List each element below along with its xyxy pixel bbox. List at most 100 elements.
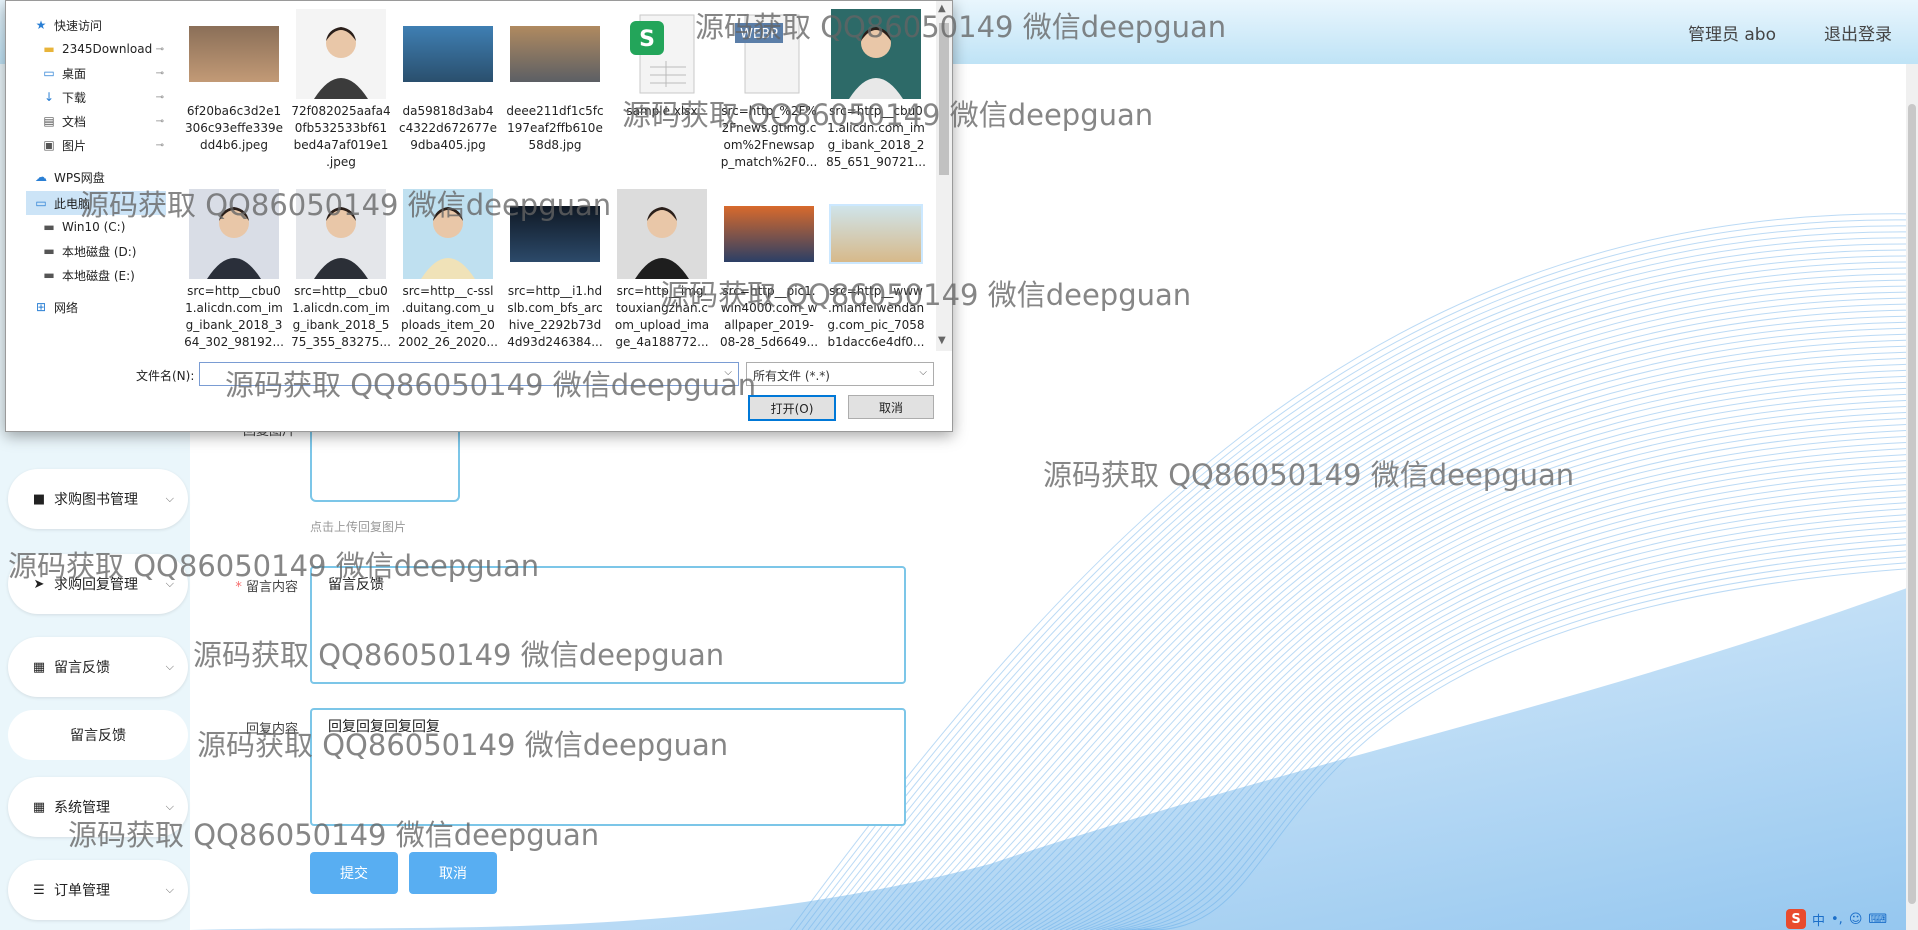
ime-logo-icon[interactable]: S — [1786, 909, 1806, 929]
grid-icon: ▦ — [32, 799, 46, 815]
file-item[interactable]: src=http__www .mianfeiwendan g.com_pic_705… — [826, 189, 926, 351]
file-name-line: da59818d3ab4 — [402, 104, 494, 118]
watermark-text: 源码获取 QQ86050149 微信deepguan — [225, 368, 757, 402]
file-name-line: g_ibank_2018_3 — [185, 318, 283, 332]
sliders-icon: ☰ — [33, 882, 45, 898]
svg-text:S: S — [639, 27, 655, 52]
drive-icon: ▬ — [43, 268, 55, 282]
file-name-line: 9dba405.jpg — [410, 138, 486, 152]
sidebar-item-label: 求购图书管理 — [54, 492, 138, 508]
nav-item-label: 网络 — [54, 300, 79, 315]
file-name-line: hive_2292b73d — [508, 318, 602, 332]
watermark-text: 源码获取 QQ86050149 微信deepguan — [695, 10, 1227, 44]
document-icon: ▤ — [43, 114, 55, 128]
computer-icon: ▭ — [35, 196, 47, 210]
file-item[interactable]: 72f082025aafa4 0fb532533bf61 bed4a7af019e1… — [291, 9, 391, 171]
nav-item[interactable]: ▤ 文档 ⊸ — [26, 109, 166, 133]
page-scrollbar[interactable] — [1906, 64, 1918, 930]
nav-item[interactable]: ▭ 桌面 ⊸ — [26, 61, 166, 85]
portrait-thumbnail — [296, 9, 386, 99]
file-name-line: 75_355_83275... — [291, 335, 391, 349]
pin-icon: ⊸ — [155, 43, 164, 55]
page-scrollbar-thumb[interactable] — [1908, 104, 1916, 904]
file-type-select[interactable]: 所有文件 (*.*) ⌵ — [746, 362, 934, 386]
watermark-text: 源码获取 QQ86050149 微信deepguan — [193, 638, 725, 672]
file-name-line: 72f082025aafa4 — [291, 104, 391, 118]
file-item[interactable]: deee211df1c5fc 197eaf2ffb610e 58d8.jpg — [505, 9, 605, 154]
download-icon: ↓ — [43, 90, 55, 104]
nav-item[interactable]: ⊞ 网络 — [26, 295, 166, 319]
punctuation-icon[interactable]: •, — [1831, 912, 1843, 927]
file-name-line: p_match%2F0... — [720, 155, 818, 169]
file-name-line: c4322d672677e — [399, 121, 497, 135]
sidebar-item-orders[interactable]: ☰ 订单管理 ⌵ — [8, 860, 188, 920]
photo-thumbnail — [724, 189, 814, 279]
reply-image-upload[interactable] — [310, 420, 460, 502]
nav-item[interactable]: ▣ 图片 ⊸ — [26, 133, 166, 157]
watermark-text: 源码获取 QQ86050149 微信deepguan — [197, 728, 729, 762]
picture-icon: ▣ — [43, 138, 55, 152]
sidebar-subitem-feedback[interactable]: 留言反馈 — [8, 710, 188, 760]
chevron-down-icon: ⌵ — [165, 660, 174, 673]
file-name-line: 1.alicdn.com_im — [185, 301, 283, 315]
file-name-line: g.com_pic_7058 — [827, 318, 925, 332]
admin-user-label[interactable]: 管理员 abo — [1688, 20, 1776, 45]
cancel-button[interactable]: 取消 — [409, 852, 497, 894]
dialog-cancel-button[interactable]: 取消 — [848, 395, 934, 419]
file-name-line: 6f20ba6c3d2e1 — [186, 104, 282, 118]
nav-item[interactable]: ▬ 本地磁盘 (D:) — [26, 239, 166, 263]
file-name-line: b1dacc6e4df0... — [827, 335, 925, 349]
drive-icon: ▬ — [43, 220, 55, 234]
nav-item-label: 2345Download — [62, 42, 153, 56]
sidebar-item-book-request[interactable]: ■ 求购图书管理 ⌵ — [8, 469, 188, 529]
file-name-line: src=http__c-ssl — [402, 284, 494, 298]
photo-thumbnail — [189, 9, 279, 99]
logout-link[interactable]: 退出登录 — [1824, 20, 1892, 45]
file-name-line: 85_651_90721... — [826, 155, 926, 169]
scroll-down-icon[interactable]: ▼ — [938, 335, 946, 346]
dialog-open-button[interactable]: 打开(O) — [748, 395, 836, 421]
nav-item[interactable]: ▬ 本地磁盘 (E:) — [26, 263, 166, 287]
keyboard-icon[interactable]: ⌨ — [1868, 912, 1887, 927]
file-item[interactable]: src=http__pic1. win4000.com_w allpaper_201… — [719, 189, 819, 351]
desktop-icon: ▭ — [43, 66, 55, 80]
file-name-line: ploads_item_20 — [401, 318, 495, 332]
ime-language[interactable]: 中 — [1812, 910, 1825, 929]
file-item[interactable]: 6f20ba6c3d2e1 306c93effe339e dd4b6.jpeg — [184, 9, 284, 154]
file-name-line: dd4b6.jpeg — [200, 138, 268, 152]
file-name-line: g_ibank_2018_5 — [292, 318, 390, 332]
network-icon: ⊞ — [35, 300, 47, 314]
file-name-line: om%2Fnewsap — [723, 138, 815, 152]
file-name-line: slb.com_bfs_arc — [507, 301, 603, 315]
sidebar-item-label: 留言反馈 — [54, 660, 110, 676]
file-item[interactable]: src=http__img. touxiangzhan.c om_upload_im… — [612, 189, 712, 351]
grid-icon: ▦ — [32, 659, 46, 675]
nav-item-label: 桌面 — [62, 66, 87, 81]
file-name-line: 306c93effe339e — [184, 121, 284, 135]
file-name-line: .jpeg — [326, 155, 356, 169]
file-name-line: g_ibank_2018_2 — [827, 138, 925, 152]
nav-item-label: 本地磁盘 (D:) — [62, 244, 137, 259]
file-name-line: deee211df1c5fc — [506, 104, 604, 118]
nav-item[interactable]: ▬ 2345Download ⊸ — [26, 37, 166, 61]
file-item[interactable]: da59818d3ab4 c4322d672677e 9dba405.jpg — [398, 9, 498, 154]
submit-button[interactable]: 提交 — [310, 852, 398, 894]
pin-icon: ⊸ — [155, 115, 164, 127]
file-name-line: src=http__cbu0 — [187, 284, 281, 298]
file-name-line: 0fb532533bf61 — [294, 121, 388, 135]
nav-item-label: 图片 — [62, 138, 87, 153]
spreadsheet-file-icon: S — [617, 9, 707, 99]
watermark-text: 源码获取 QQ86050149 微信deepguan — [80, 188, 612, 222]
watermark-text: 源码获取 QQ86050149 微信deepguan — [8, 549, 540, 583]
nav-item[interactable]: ↓ 下载 ⊸ — [26, 85, 166, 109]
emoji-icon[interactable]: ☺ — [1849, 912, 1863, 927]
file-name-line: om_upload_ima — [614, 318, 710, 332]
nav-item[interactable]: ★ 快速访问 — [26, 13, 166, 37]
file-name-line: src=http__i1.hd — [507, 284, 603, 298]
upload-hint: 点击上传回复图片 — [310, 520, 407, 534]
sidebar-item-feedback[interactable]: ▦ 留言反馈 ⌵ — [8, 637, 188, 697]
system-tray: S 中 •, ☺ ⌨ — [1786, 908, 1887, 930]
nav-item-label: 快速访问 — [54, 18, 103, 33]
file-name-line: 64_302_98192... — [184, 335, 284, 349]
file-name-line: 1.alicdn.com_im — [292, 301, 390, 315]
